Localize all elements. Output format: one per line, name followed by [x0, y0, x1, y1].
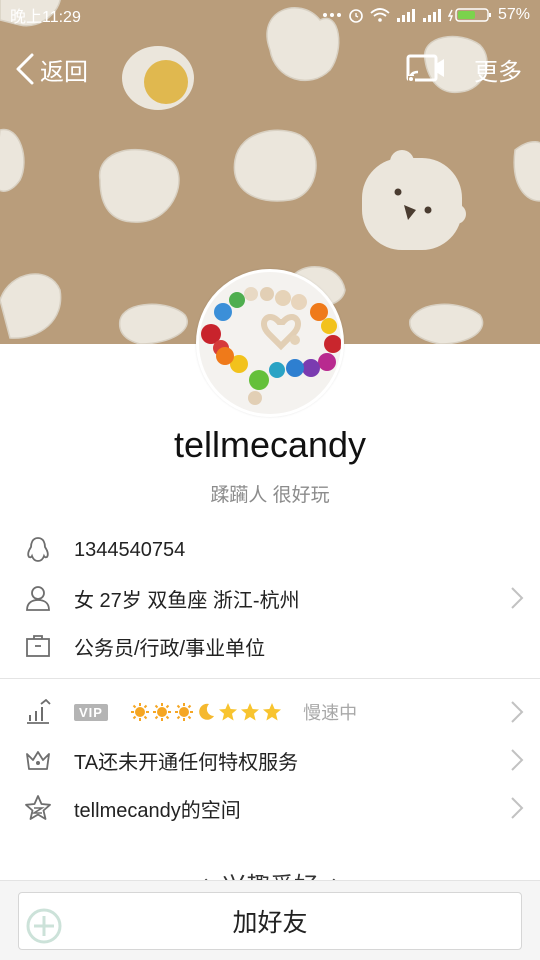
occupation: 公务员/行政/事业单位 [74, 637, 266, 660]
qzone-row[interactable]: tellmecandy的空间 [0, 784, 540, 832]
add-friend-button[interactable]: 加好友 [18, 892, 522, 950]
person-icon [26, 586, 50, 611]
chevron-left-icon [16, 53, 34, 85]
bottom-action-bar: 加好友 [0, 880, 540, 960]
basic-info-row[interactable]: 女 27岁 双鱼座 浙江-杭州 [0, 574, 540, 622]
avatar-image [199, 272, 341, 414]
star-icon [218, 703, 237, 721]
qq-number-row: 1344540754 [0, 526, 540, 574]
level-icons [130, 702, 282, 722]
battery-percent: 57% [497, 6, 530, 23]
chevron-right-icon [511, 587, 524, 609]
qzone-text: tellmecandy的空间 [74, 799, 241, 822]
qq-number: 1344540754 [74, 538, 186, 561]
signal-icon [396, 9, 415, 22]
chevron-right-icon [511, 749, 524, 771]
more-button[interactable]: 更多 [474, 52, 522, 87]
watermark-logo [26, 908, 62, 944]
alarm-icon [349, 9, 363, 23]
chevron-right-icon [511, 701, 524, 723]
level-speed: 慢速中 [303, 703, 358, 723]
sun-icon [130, 703, 149, 721]
more-dots-icon [322, 13, 341, 17]
signal-icon-2 [422, 9, 441, 22]
top-nav: 返回 更多 [0, 42, 540, 96]
status-bar: 晚上11:29 57% [0, 0, 540, 30]
chevron-right-icon [511, 797, 524, 819]
signature: 蹂躏人 很好玩 [210, 485, 330, 506]
level-icon [27, 699, 51, 724]
add-friend-label: 加好友 [232, 909, 308, 937]
sun-icon [152, 703, 171, 721]
star-icon [240, 703, 259, 721]
bear-illustration [362, 150, 466, 250]
wifi-icon [370, 8, 390, 22]
privilege-row[interactable]: TA还未开通任何特权服务 [0, 736, 540, 784]
status-time: 晚上11:29 [10, 9, 81, 26]
basic-info: 女 27岁 双鱼座 浙江-杭州 [74, 589, 300, 612]
crown-icon [26, 751, 50, 770]
section-divider [0, 678, 540, 679]
battery-icon [447, 8, 491, 22]
sun-icon [174, 703, 193, 721]
penguin-icon [27, 537, 49, 562]
star-icon [25, 795, 51, 820]
privilege-text: TA还未开通任何特权服务 [74, 751, 299, 774]
level-row[interactable]: VIP 慢速中 [0, 688, 540, 736]
screen-cast-icon[interactable] [406, 54, 446, 84]
occupation-row: 公务员/行政/事业单位 [0, 622, 540, 670]
nickname: tellmecandy [173, 424, 367, 465]
star-icon [262, 703, 281, 721]
moon-icon [198, 703, 214, 720]
briefcase-icon [26, 635, 50, 657]
back-button[interactable]: 返回 [0, 52, 88, 87]
back-label: 返回 [40, 58, 88, 86]
avatar[interactable] [196, 269, 344, 417]
vip-badge: VIP [74, 703, 108, 721]
